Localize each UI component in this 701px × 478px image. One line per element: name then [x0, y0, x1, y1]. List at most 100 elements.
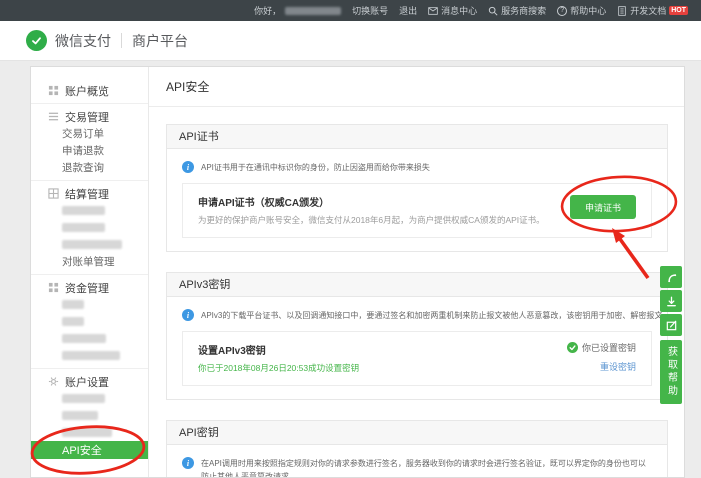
grid-icon [48, 85, 59, 96]
reset-key-link[interactable]: 重设密钥 [600, 360, 636, 373]
sidebar-section-funds[interactable]: 资金管理 [31, 279, 148, 296]
apiv3-key-info-text: APIv3的下载平台证书、以及回调通知接口中，要通过签名和加密两重机制来防止报文… [201, 309, 662, 322]
sidebar-item-redacted[interactable] [31, 330, 148, 347]
sidebar-item-statement-management[interactable]: 对账单管理 [31, 253, 148, 270]
sidebar-label: 资金管理 [65, 280, 109, 296]
sidebar-item-redacted[interactable] [31, 236, 148, 253]
message-center-link[interactable]: 消息中心 [428, 4, 477, 17]
sidebar-divider [31, 180, 148, 181]
sidebar-label: 账户设置 [65, 374, 109, 390]
phone-icon [665, 271, 678, 284]
provider-search-link[interactable]: 服务商搜索 [488, 4, 546, 17]
switch-account-link[interactable]: 切换账号 [352, 4, 388, 17]
sidebar-divider [31, 368, 148, 369]
apiv3-key-status-text: 你已设置密钥 [582, 341, 636, 354]
sidebar-item-refund-query[interactable]: 退款查询 [31, 159, 148, 176]
api-key-card-title: API密钥 [167, 421, 667, 445]
content-panel: 账户概览 交易管理 交易订单 申请退款 退款查询 结算管理 对账单管理 资金管理 [30, 66, 685, 478]
sidebar-item-apply-refund[interactable]: 申请退款 [31, 142, 148, 159]
document-icon [617, 6, 627, 16]
brand-name: 微信支付 [55, 31, 111, 51]
sidebar-item-redacted[interactable] [31, 390, 148, 407]
redacted-label [62, 317, 84, 326]
grid-icon [48, 282, 59, 293]
download-button[interactable] [660, 290, 682, 312]
sidebar-item-redacted[interactable] [31, 347, 148, 364]
get-help-tab[interactable]: 获取帮助 [660, 340, 682, 404]
envelope-icon [428, 6, 438, 16]
api-cert-card: API证书 i API证书用于在通讯中标识你的身份，防止因盗用而给你带来损失 申… [166, 124, 668, 252]
redacted-label [62, 394, 105, 403]
page-title: API安全 [149, 67, 684, 107]
sidebar-item-redacted[interactable] [31, 219, 148, 236]
api-cert-card-title: API证书 [167, 125, 667, 149]
edit-icon [665, 319, 678, 332]
redacted-account-id [285, 7, 341, 15]
sidebar-item-redacted[interactable] [31, 313, 148, 330]
contact-service-button[interactable] [660, 266, 682, 288]
message-center-label: 消息中心 [441, 4, 477, 17]
info-icon: i [182, 309, 194, 321]
set-apiv3-key-box: 设置APIv3密钥 你已于2018年08月26日20:53成功设置密钥 你已设置… [182, 331, 652, 386]
logout-link[interactable]: 退出 [399, 4, 417, 17]
wechat-pay-logo-icon [26, 30, 47, 51]
redacted-label [62, 334, 106, 343]
api-cert-card-body: i API证书用于在通讯中标识你的身份，防止因盗用而给你带来损失 申请API证书… [167, 149, 667, 251]
search-icon [488, 6, 498, 16]
hot-badge: HOT [669, 6, 688, 15]
apply-cert-button[interactable]: 申请证书 [570, 195, 636, 219]
list-icon [48, 111, 59, 122]
api-cert-info-text: API证书用于在通讯中标识你的身份，防止因盗用而给你带来损失 [201, 161, 430, 174]
gear-icon [48, 376, 59, 387]
floating-toolbar: 获取帮助 [660, 266, 682, 404]
redacted-label [62, 223, 105, 232]
greeting-text: 你好， [254, 4, 281, 17]
dev-docs-link[interactable]: 开发文档 HOT [617, 4, 688, 17]
sidebar-item-api-security-active[interactable]: API安全 [31, 441, 148, 459]
header-divider [121, 33, 122, 48]
dev-docs-label: 开发文档 [630, 4, 666, 17]
sidebar-item-trade-orders[interactable]: 交易订单 [31, 125, 148, 142]
sidebar-divider [31, 274, 148, 275]
api-key-card-body: i 在API调用时用来按照指定规则对你的请求参数进行签名，服务器收到你的请求时会… [167, 445, 667, 478]
greeting-group: 你好， [254, 4, 341, 17]
table-icon [48, 188, 59, 199]
sidebar-label: 交易订单 [62, 126, 104, 141]
platform-name: 商户平台 [132, 31, 188, 51]
sidebar-item-redacted[interactable] [31, 424, 148, 441]
sidebar-label: 账户概览 [65, 83, 109, 99]
help-center-link[interactable]: ? 帮助中心 [557, 4, 606, 17]
api-key-card: API密钥 i 在API调用时用来按照指定规则对你的请求参数进行签名，服务器收到… [166, 420, 668, 478]
brand-header: 微信支付 商户平台 [0, 21, 701, 61]
redacted-label [62, 240, 122, 249]
sidebar-divider [31, 103, 148, 104]
sidebar-item-account-overview[interactable]: 账户概览 [31, 82, 148, 99]
redacted-label [62, 428, 112, 437]
question-icon: ? [557, 6, 567, 16]
sidebar-label: 交易管理 [65, 109, 109, 125]
sidebar-section-account-settings[interactable]: 账户设置 [31, 373, 148, 390]
sidebar-section-trade[interactable]: 交易管理 [31, 108, 148, 125]
main-content: API安全 API证书 i API证书用于在通讯中标识你的身份，防止因盗用而给你… [149, 67, 684, 477]
sidebar-item-redacted[interactable] [31, 296, 148, 313]
feedback-button[interactable] [660, 314, 682, 336]
sidebar-label: 退款查询 [62, 160, 104, 175]
apiv3-key-card-body: i APIv3的下载平台证书、以及回调通知接口中，要通过签名和加密两重机制来防止… [167, 297, 667, 399]
sidebar: 账户概览 交易管理 交易订单 申请退款 退款查询 结算管理 对账单管理 资金管理 [31, 67, 149, 477]
apiv3-key-card: APIv3密钥 i APIv3的下载平台证书、以及回调通知接口中，要通过签名和加… [166, 272, 668, 400]
apply-cert-box: 申请API证书（权威CA颁发） 为更好的保护商户账号安全，微信支付从2018年6… [182, 183, 652, 238]
sidebar-label: API安全 [62, 442, 102, 458]
apiv3-key-status: 你已设置密钥 重设密钥 [567, 341, 636, 373]
sidebar-section-settlement[interactable]: 结算管理 [31, 185, 148, 202]
sidebar-item-redacted[interactable] [31, 407, 148, 424]
apiv3-key-status-line: 你已设置密钥 [567, 341, 636, 354]
info-icon: i [182, 457, 194, 469]
provider-search-label: 服务商搜索 [501, 4, 546, 17]
api-cert-info-row: i API证书用于在通讯中标识你的身份，防止因盗用而给你带来损失 [182, 161, 652, 174]
redacted-label [62, 351, 120, 360]
sidebar-label: 申请退款 [62, 143, 104, 158]
api-key-info-row: i 在API调用时用来按照指定规则对你的请求参数进行签名，服务器收到你的请求时会… [182, 457, 652, 478]
sidebar-item-redacted[interactable] [31, 202, 148, 219]
download-icon [665, 295, 678, 308]
help-center-label: 帮助中心 [570, 4, 606, 17]
